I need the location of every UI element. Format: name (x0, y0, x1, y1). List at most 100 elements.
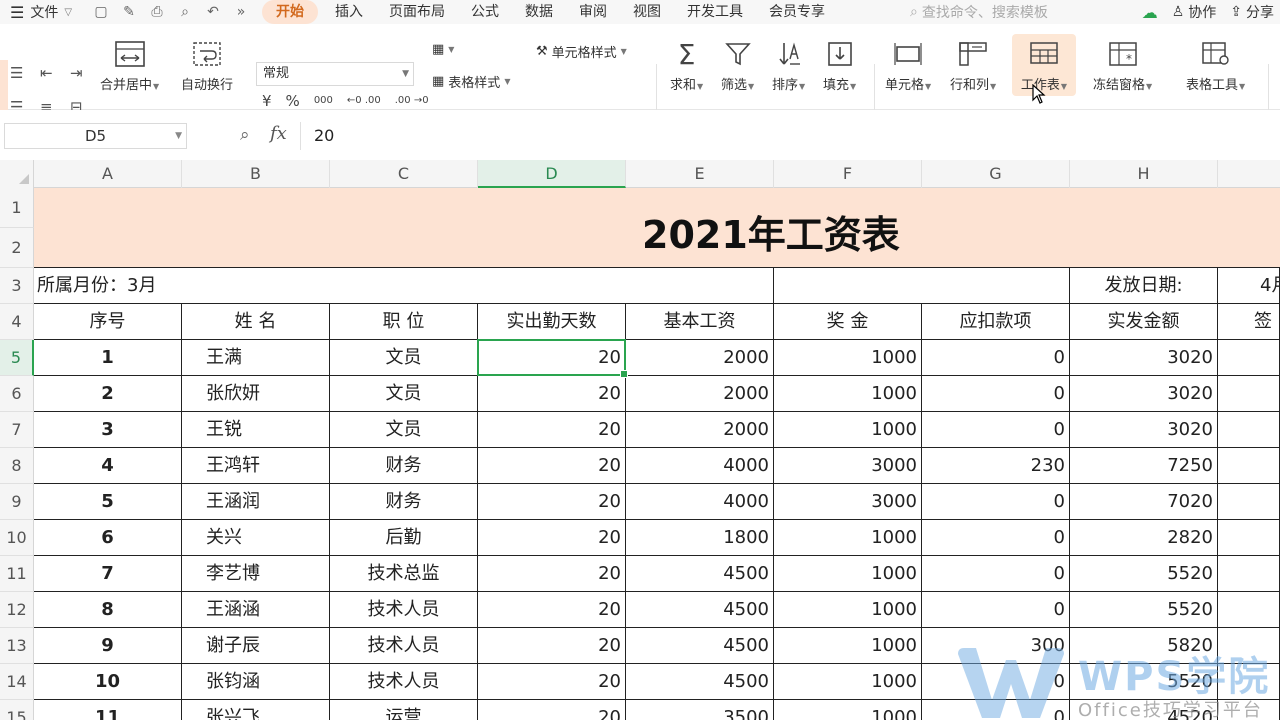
data-cell[interactable]: 王涵润 (182, 484, 330, 520)
share-button[interactable]: ⇪ 分享 (1230, 2, 1274, 22)
header-cell[interactable]: 签 (1218, 304, 1280, 340)
column-header-d[interactable]: D (478, 160, 626, 188)
row-header-1[interactable]: 1 (0, 188, 34, 228)
signature-cell[interactable] (1218, 556, 1280, 592)
undo-icon[interactable]: ↶ (204, 4, 222, 20)
data-cell[interactable]: 文员 (330, 376, 478, 412)
row-header-11[interactable]: 11 (0, 556, 34, 592)
data-cell[interactable]: 4520 (1070, 700, 1218, 720)
table-style-button[interactable]: ▦ 表格样式 ▼ (432, 72, 510, 91)
row-header-15[interactable]: 15 (0, 700, 34, 720)
data-cell[interactable]: 1800 (626, 520, 774, 556)
fill-button[interactable]: 填充▼ (823, 38, 856, 93)
data-cell[interactable]: 谢子辰 (182, 628, 330, 664)
data-cell[interactable]: 3000 (774, 448, 922, 484)
column-header-b[interactable]: B (182, 160, 330, 188)
tab-1[interactable]: 插入 (322, 0, 376, 24)
data-cell[interactable]: 王满 (182, 340, 330, 376)
percent-button[interactable]: % (286, 92, 300, 110)
column-header-f[interactable]: F (774, 160, 922, 188)
tab-5[interactable]: 审阅 (566, 0, 620, 24)
data-cell[interactable]: 0 (922, 376, 1070, 412)
signature-cell[interactable] (1218, 520, 1280, 556)
data-cell[interactable]: 6 (34, 520, 182, 556)
blank-cell[interactable] (774, 268, 1070, 304)
signature-cell[interactable] (1218, 412, 1280, 448)
data-cell[interactable]: 技术总监 (330, 556, 478, 592)
data-cell[interactable]: 1000 (774, 520, 922, 556)
signature-cell[interactable] (1218, 376, 1280, 412)
header-cell[interactable]: 序号 (34, 304, 182, 340)
tab-0[interactable]: 开始 (262, 0, 318, 24)
data-cell[interactable]: 技术人员 (330, 664, 478, 700)
row-header-4[interactable]: 4 (0, 304, 34, 340)
header-cell[interactable]: 奖 金 (774, 304, 922, 340)
column-header-a[interactable]: A (34, 160, 182, 188)
data-cell[interactable]: 20 (478, 376, 626, 412)
data-cell[interactable]: 4500 (626, 628, 774, 664)
tab-3[interactable]: 公式 (458, 0, 512, 24)
data-cell[interactable]: 3000 (774, 484, 922, 520)
data-cell[interactable]: 0 (922, 556, 1070, 592)
format-painter-icon[interactable]: ✎ (120, 4, 138, 20)
data-cell[interactable]: 王鸿轩 (182, 448, 330, 484)
row-header-12[interactable]: 12 (0, 592, 34, 628)
print-preview-icon[interactable]: ⌕ (176, 4, 194, 20)
collab-button[interactable]: ♙ 协作 (1172, 2, 1217, 22)
data-cell[interactable]: 张欣妍 (182, 376, 330, 412)
data-cell[interactable]: 7020 (1070, 484, 1218, 520)
print-icon[interactable]: ⎙ (148, 4, 166, 20)
data-cell[interactable]: 0 (922, 340, 1070, 376)
indent-decrease-icon[interactable]: ⇤ (40, 64, 70, 82)
data-cell[interactable]: 李艺博 (182, 556, 330, 592)
data-cell[interactable]: 4500 (626, 592, 774, 628)
data-cell[interactable]: 1000 (774, 556, 922, 592)
data-cell[interactable]: 20 (478, 556, 626, 592)
data-cell[interactable]: 230 (922, 448, 1070, 484)
data-cell[interactable]: 20 (478, 592, 626, 628)
data-cell[interactable]: 张兴飞 (182, 700, 330, 720)
data-cell[interactable]: 10 (34, 664, 182, 700)
data-cell[interactable]: 3020 (1070, 376, 1218, 412)
data-cell[interactable]: 5520 (1070, 592, 1218, 628)
data-cell[interactable]: 1000 (774, 376, 922, 412)
currency-button[interactable]: ¥ (262, 92, 272, 110)
data-cell[interactable]: 0 (922, 700, 1070, 720)
data-cell[interactable]: 7250 (1070, 448, 1218, 484)
tab-4[interactable]: 数据 (512, 0, 566, 24)
data-cell[interactable]: 1000 (774, 592, 922, 628)
sort-button[interactable]: 排序▼ (772, 38, 805, 93)
signature-cell[interactable] (1218, 340, 1280, 376)
data-cell[interactable]: 0 (922, 592, 1070, 628)
data-cell[interactable]: 9 (34, 628, 182, 664)
data-cell[interactable]: 张钧涵 (182, 664, 330, 700)
data-cell[interactable]: 300 (922, 628, 1070, 664)
number-format-select[interactable]: 常规 ▼ (256, 62, 414, 86)
sum-button[interactable]: Σ 求和▼ (670, 38, 703, 94)
data-cell[interactable]: 文员 (330, 340, 478, 376)
data-cell[interactable]: 1000 (774, 664, 922, 700)
cloud-sync-icon[interactable]: ☁ (1142, 3, 1158, 22)
data-cell[interactable]: 1000 (774, 700, 922, 720)
data-cell[interactable]: 王涵涵 (182, 592, 330, 628)
align-left-icon[interactable]: ☰ (10, 64, 40, 82)
signature-cell[interactable] (1218, 592, 1280, 628)
data-cell[interactable]: 4 (34, 448, 182, 484)
command-search[interactable]: ⌕ 查找命令、搜索模板 (910, 0, 1048, 24)
header-cell[interactable]: 基本工资 (626, 304, 774, 340)
data-cell[interactable]: 4500 (626, 556, 774, 592)
data-cell[interactable]: 2 (34, 376, 182, 412)
rows-cols-button[interactable]: 行和列▼ (950, 38, 996, 93)
data-cell[interactable]: 技术人员 (330, 592, 478, 628)
data-cell[interactable]: 2820 (1070, 520, 1218, 556)
name-box[interactable]: D5 ▼ (4, 123, 187, 149)
tab-6[interactable]: 视图 (620, 0, 674, 24)
data-cell[interactable]: 1000 (774, 340, 922, 376)
wrap-text-button[interactable]: 自动换行 (181, 38, 233, 93)
cell-style-button[interactable]: ⚒ 单元格样式 ▼ (536, 42, 627, 61)
header-cell[interactable]: 职 位 (330, 304, 478, 340)
signature-cell[interactable] (1218, 448, 1280, 484)
row-header-2[interactable]: 2 (0, 228, 34, 268)
data-cell[interactable]: 文员 (330, 412, 478, 448)
data-cell[interactable]: 王锐 (182, 412, 330, 448)
